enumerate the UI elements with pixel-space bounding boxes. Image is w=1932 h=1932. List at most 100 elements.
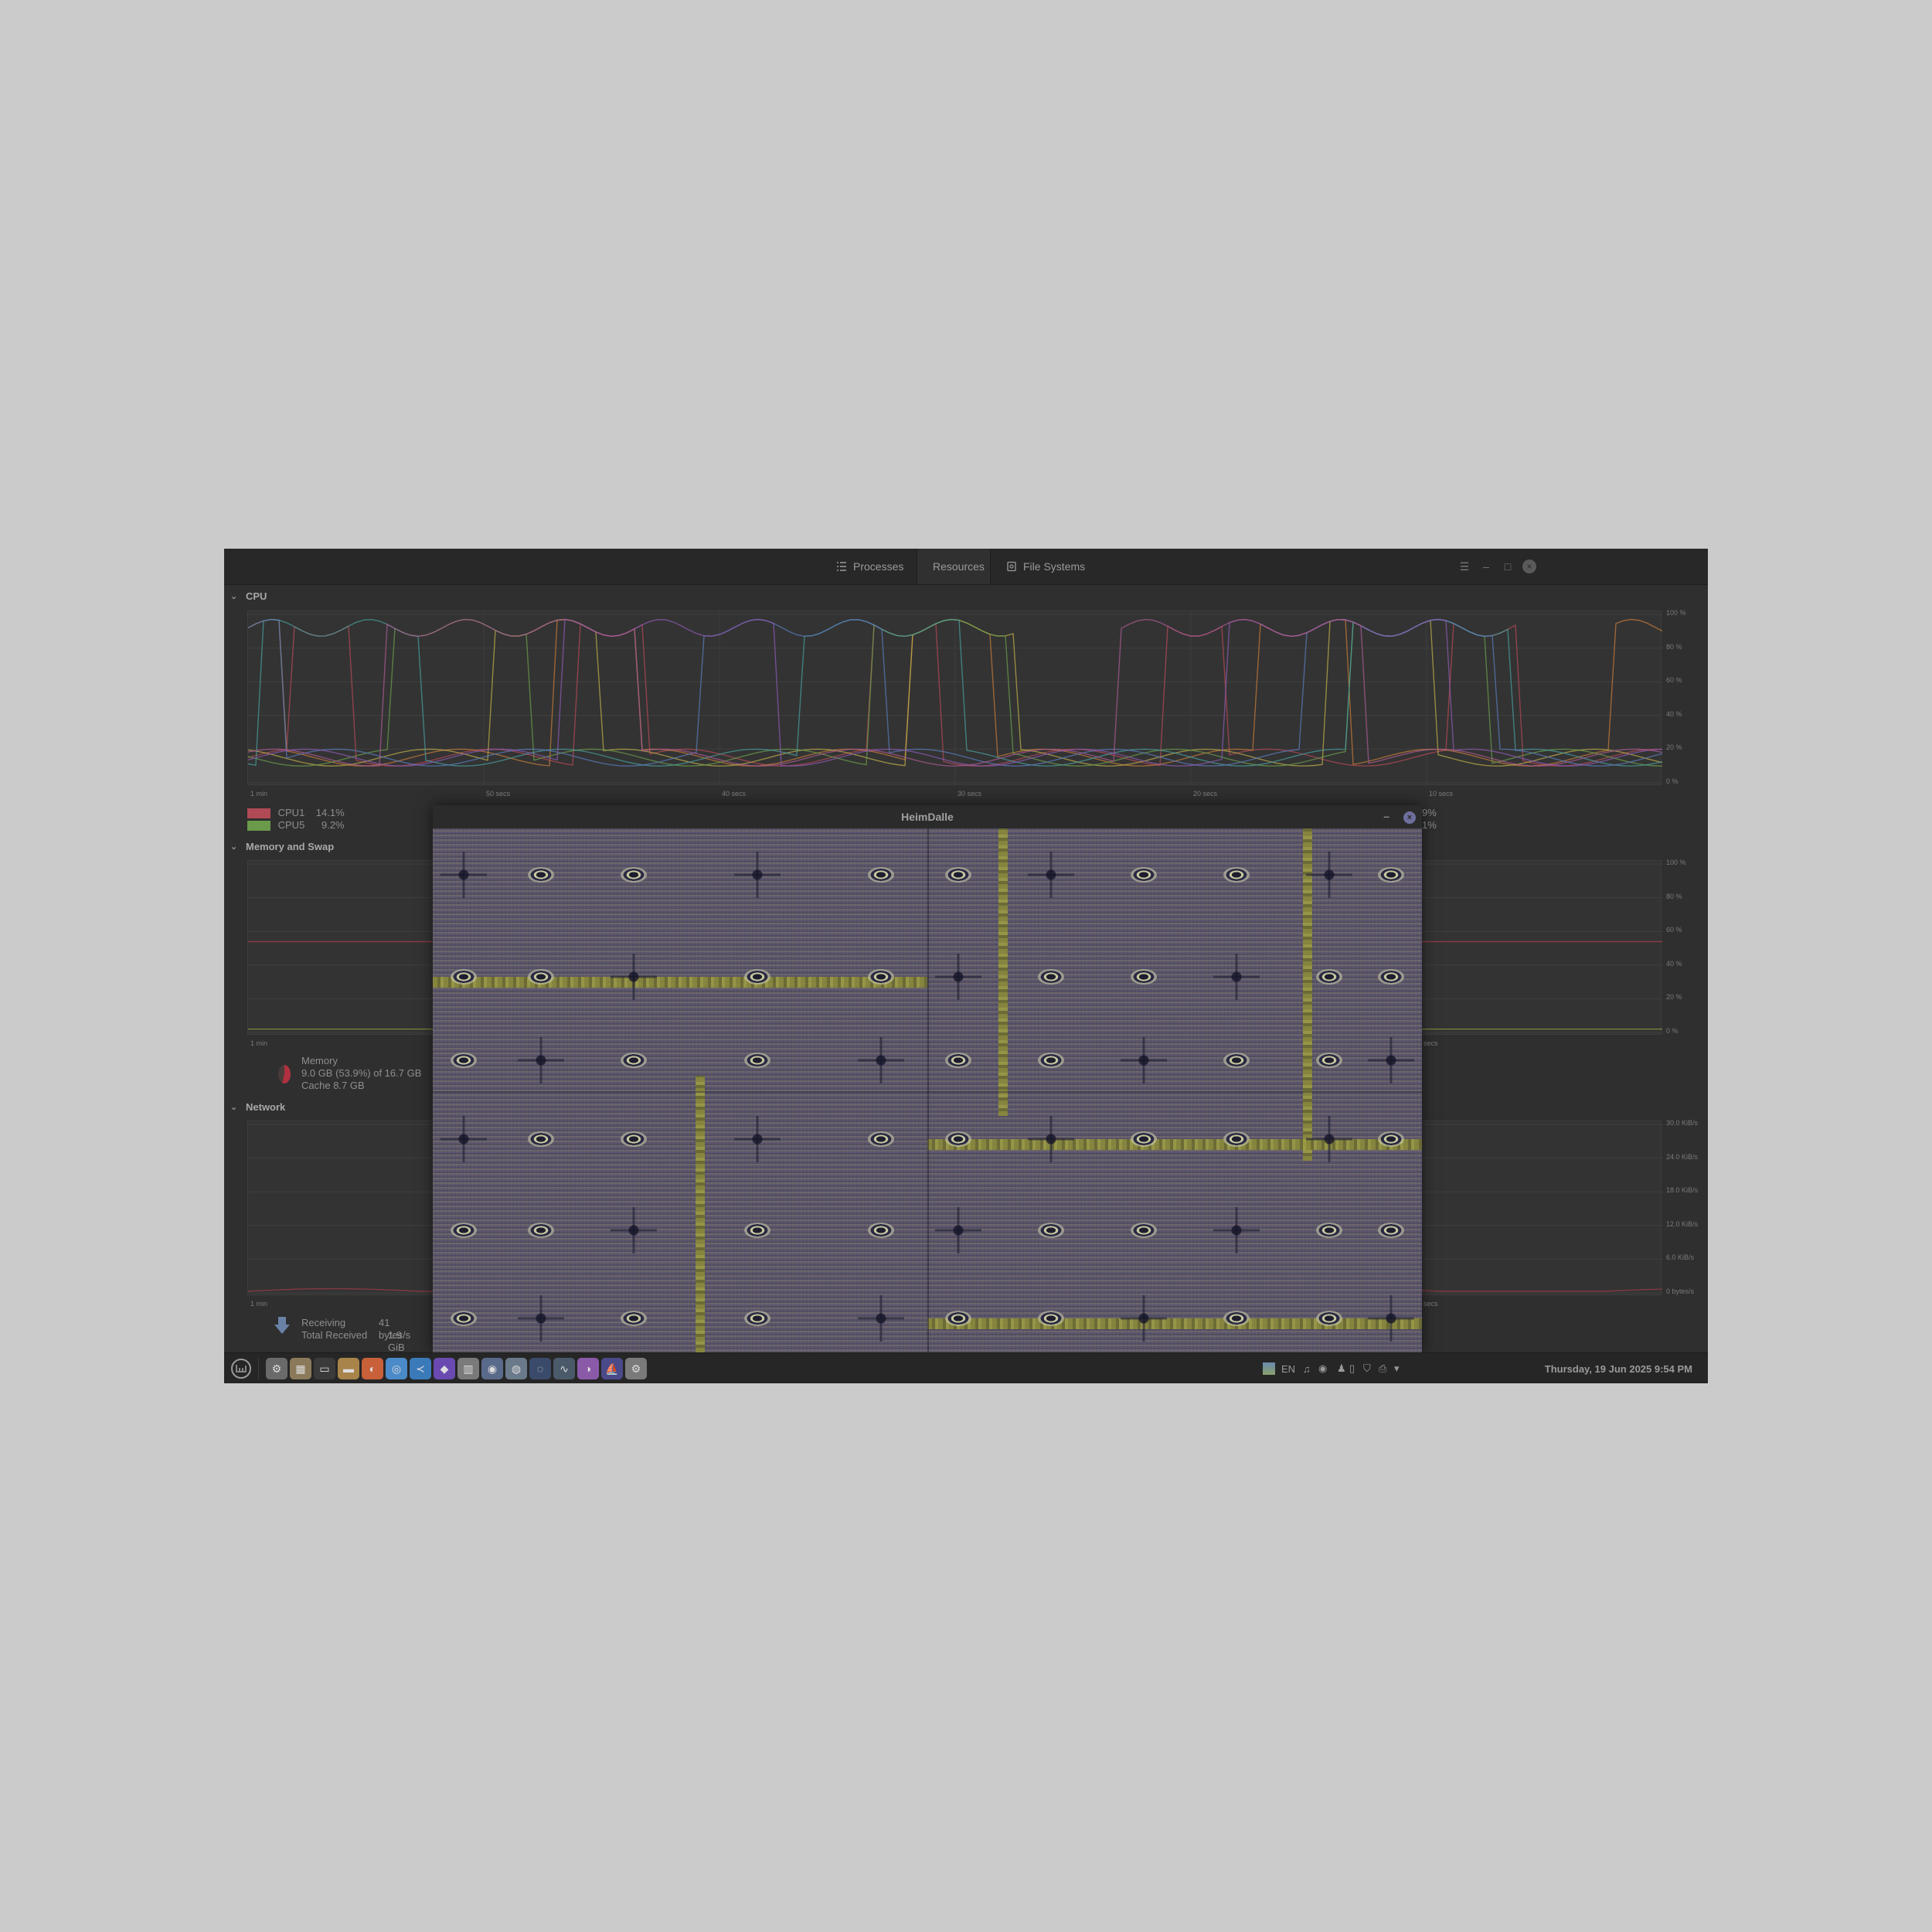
cpu5-label: CPU5 [277, 819, 305, 831]
cpu1-swatch[interactable] [247, 808, 270, 819]
notes-icon[interactable]: ▥ [457, 1358, 479, 1379]
cpu-y-tick: 100 % [1666, 609, 1686, 617]
fractal-motif [1378, 1131, 1404, 1147]
cpu1-label: CPU1 [277, 807, 305, 818]
heimdalle-minimize-button[interactable]: – [1383, 810, 1389, 822]
memory-label: Memory [301, 1055, 338, 1066]
tor-icon[interactable]: ◆ [434, 1358, 455, 1379]
disk-icon [1007, 561, 1016, 572]
fractal-motif [528, 1131, 554, 1147]
fractal-motif [1131, 867, 1157, 883]
printer-icon[interactable]: ⎙ [1379, 1353, 1386, 1383]
vscode-icon[interactable]: ≺ [410, 1358, 431, 1379]
network-y-tick: 30.0 KiB/s [1666, 1119, 1699, 1127]
network-y-tick: 0 bytes/s [1666, 1287, 1695, 1295]
ship-icon[interactable]: ⛵ [601, 1358, 623, 1379]
fractal-motif [744, 969, 770, 985]
fractal-motif [621, 1311, 647, 1326]
maximize-button[interactable]: □ [1501, 560, 1515, 573]
heimdalle-close-button[interactable]: × [1403, 811, 1416, 824]
memory-pie-icon [278, 1065, 291, 1083]
cpu-x-tick: 40 secs [722, 790, 747, 798]
fractal-motif [1038, 969, 1064, 985]
heimdalle-fractal-canvas[interactable] [433, 828, 1422, 1352]
cpu-legend-cpu1: CPU1 14.1% [247, 807, 345, 819]
tab-file-systems[interactable]: File Systems [997, 549, 1094, 584]
network-section-title: Network [246, 1101, 286, 1113]
fractal-motif [1223, 1053, 1250, 1068]
desktop-screen: Processes Resources File Systems ☰ – □ ×… [224, 549, 1708, 1383]
fractal-band [696, 1076, 705, 1352]
fractal-motif [528, 867, 554, 883]
fractal-motif [611, 954, 657, 1000]
fractal-band [998, 828, 1008, 1116]
chevron-down-icon: ⌄ [230, 592, 238, 601]
chevron-down-icon: ⌄ [230, 842, 238, 852]
heimdalle-window[interactable]: HeimDalle – × [433, 805, 1422, 1352]
fractal-motif [621, 1131, 647, 1147]
steam-tray-icon[interactable]: ◉ [1318, 1353, 1327, 1383]
fractal-motif [1223, 1131, 1250, 1147]
clock[interactable]: Thursday, 19 Jun 2025 9:54 PM [1545, 1353, 1692, 1383]
fractal-motif [935, 954, 981, 1000]
fractal-motif [451, 1223, 477, 1238]
network-y-tick: 12.0 KiB/s [1666, 1219, 1699, 1228]
tab-processes[interactable]: Processes [827, 549, 913, 584]
cpu-x-tick: 20 secs [1193, 790, 1218, 798]
fractal-motif [451, 969, 477, 985]
disk-icon[interactable]: ◍ [505, 1358, 527, 1379]
total-received-value: 1.9 GiB [388, 1329, 405, 1353]
shield-icon[interactable]: ⛉ [1363, 1353, 1371, 1383]
fractal-motif [440, 852, 487, 898]
memory-y-tick: 60 % [1666, 926, 1682, 934]
screenshot-icon[interactable]: ◉ [481, 1358, 503, 1379]
network-y-tick: 24.0 KiB/s [1666, 1152, 1699, 1161]
minimize-button[interactable]: – [1479, 560, 1493, 573]
fractal-motif [945, 1131, 971, 1147]
network-legend: Receiving 41 bytes/s Total Received 1.9 Gi… [301, 1317, 410, 1353]
wifi-icon[interactable]: ▾ [1394, 1353, 1400, 1383]
terminal-icon[interactable]: ▭ [314, 1358, 335, 1379]
cpu-y-tick: 0 % [1666, 777, 1679, 785]
memory-section-title: Memory and Swap [246, 841, 335, 852]
memory-y-tick: 80 % [1666, 892, 1682, 900]
monitor-icon[interactable]: ∿ [553, 1358, 575, 1379]
start-menu-button[interactable] [229, 1356, 253, 1381]
memory-usage: 9.0 GB (53.9%) of 16.7 GB [301, 1067, 422, 1079]
firefox-icon[interactable]: ◐ [362, 1358, 383, 1379]
cpu-section-header[interactable]: ⌄ CPU [230, 590, 267, 602]
tray-app-thumbnail[interactable] [1263, 1353, 1275, 1383]
tab-resources[interactable]: Resources [917, 549, 991, 584]
network-section-header[interactable]: ⌄ Network [230, 1101, 285, 1113]
hamburger-menu-icon[interactable]: ☰ [1458, 560, 1471, 573]
cpu-legend-right-1: 9% [1422, 807, 1437, 818]
tray-language[interactable]: EN [1281, 1353, 1295, 1383]
chrome-icon[interactable]: ◎ [386, 1358, 407, 1379]
folder-icon[interactable]: ▬ [338, 1358, 359, 1379]
fractal-motif [1038, 1053, 1064, 1068]
total-received-label: Total Received [301, 1329, 368, 1341]
files-icon[interactable]: ▦ [290, 1358, 311, 1379]
fractal-motif [734, 852, 781, 898]
palette-icon[interactable]: ◑ [577, 1358, 599, 1379]
memory-cache: Cache 8.7 GB [301, 1080, 365, 1091]
fractal-motif [1378, 969, 1404, 985]
bell-icon[interactable]: ♟ [1337, 1353, 1346, 1383]
fractal-motif [621, 867, 647, 883]
fractal-motif [1223, 1311, 1250, 1326]
settings-icon[interactable]: ⚙ [266, 1358, 287, 1379]
music-note-icon[interactable]: ♫ [1303, 1353, 1311, 1383]
tab-processes-label: Processes [853, 560, 904, 573]
cpu-graph [247, 611, 1662, 786]
cpu5-swatch[interactable] [247, 821, 270, 832]
fractal-motif [451, 1053, 477, 1068]
memory-section-header[interactable]: ⌄ Memory and Swap [230, 841, 334, 852]
steam-icon[interactable]: ◌ [529, 1358, 551, 1379]
fractal-motif [1316, 1311, 1342, 1326]
close-button[interactable]: × [1522, 560, 1536, 573]
clipboard-icon[interactable]: ▯ [1349, 1353, 1355, 1383]
heimdalle-titlebar[interactable]: HeimDalle – × [433, 805, 1422, 828]
fractal-motif [945, 1311, 971, 1326]
gear-icon[interactable]: ⚙ [625, 1358, 647, 1379]
cpu5-value: 9.2% [321, 819, 345, 831]
